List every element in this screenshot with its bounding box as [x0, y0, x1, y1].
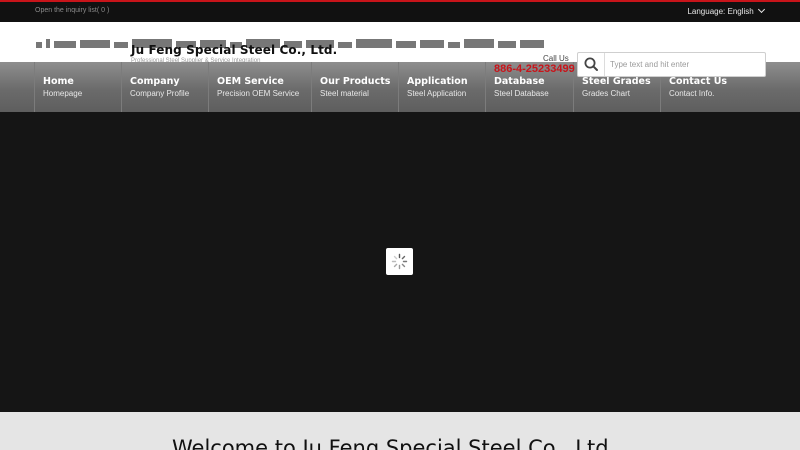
language-value: English [727, 7, 754, 16]
nav-item-title: Home [43, 76, 74, 87]
nav-item-title: Contact Us [669, 76, 728, 87]
nav-item-subtitle: Contact Info. [669, 89, 715, 98]
nav-item-subtitle: Steel Application [407, 89, 467, 98]
top-bar: Open the inquiry list( 0 ) Language: Eng… [0, 0, 800, 22]
nav-item-application[interactable]: Application Steel Application [398, 62, 480, 112]
nav-item-title: OEM Service [217, 76, 284, 87]
nav-item-title: Company [130, 76, 180, 87]
nav-item-subtitle: Company Profile [130, 89, 190, 98]
language-label: Language: [687, 7, 726, 16]
hero-slider [0, 112, 800, 412]
nav-item-oem-service[interactable]: OEM Service Precision OEM Service [208, 62, 306, 112]
nav-item-subtitle: Grades Chart [582, 89, 631, 98]
search-input[interactable] [610, 56, 760, 73]
nav-item-title: Our Products [320, 76, 391, 87]
nav-item-home[interactable]: Home Homepage [34, 62, 116, 112]
nav-item-subtitle: Steel Database [494, 89, 549, 98]
loading-spinner-icon [386, 248, 413, 275]
language-selector[interactable]: Language: English [687, 5, 766, 16]
nav-item-subtitle: Steel material [320, 89, 369, 98]
nav-item-our-products[interactable]: Our Products Steel material [311, 62, 393, 112]
welcome-heading: Welcome to Ju Feng Special Steel Co., Lt… [172, 436, 616, 450]
nav-item-title: Steel Grades [582, 76, 651, 87]
nav-item-company[interactable]: Company Company Profile [121, 62, 203, 112]
nav-item-title: Database [494, 76, 545, 87]
chevron-down-icon [757, 5, 766, 14]
inquiry-list-link[interactable]: Open the inquiry list( 0 ) [35, 7, 109, 14]
phone-number[interactable]: 886-4-25233499 [494, 63, 575, 75]
nav-item-subtitle: Homepage [43, 89, 83, 98]
page: Open the inquiry list( 0 ) Language: Eng… [0, 0, 800, 450]
search-box [577, 52, 766, 77]
nav-item-title: Application [407, 76, 468, 87]
search-icon[interactable] [578, 53, 605, 76]
site-title[interactable]: Ju Feng Special Steel Co., Ltd. [131, 43, 337, 57]
nav-item-subtitle: Precision OEM Service [217, 89, 300, 98]
